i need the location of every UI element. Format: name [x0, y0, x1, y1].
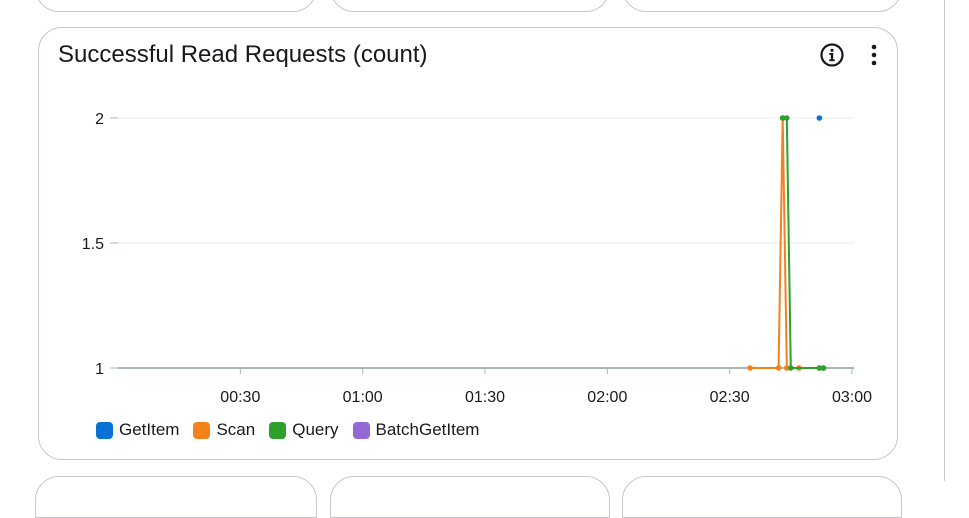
data-point-getitem[interactable]: [816, 115, 823, 121]
legend-swatch: [193, 421, 211, 439]
data-point-scan[interactable]: [775, 365, 782, 371]
bottom-card-stub-3: [622, 476, 902, 518]
data-point-scan[interactable]: [747, 365, 753, 371]
x-tick-label: 03:00: [832, 389, 872, 406]
legend-item-batchgetitem[interactable]: BatchGetItem: [352, 420, 480, 440]
chart-legend: GetItem Scan Query BatchGetItem: [96, 420, 479, 440]
line-chart: 11.52 00:30 01:00 01:30 02:00 02:30 03:00: [82, 111, 872, 406]
bottom-card-stub-1: [35, 476, 317, 518]
legend-item-scan[interactable]: Scan: [193, 420, 255, 440]
legend-label: BatchGetItem: [375, 420, 480, 439]
legend-swatch: [96, 421, 113, 439]
legend-swatch: [352, 421, 370, 439]
data-point-query[interactable]: [820, 365, 827, 371]
y-tick-label: 1: [95, 361, 104, 378]
legend-label: Scan: [216, 420, 256, 439]
legend-swatch: [269, 421, 287, 439]
y-tick-label: 1.5: [82, 236, 104, 253]
data-point-query[interactable]: [783, 115, 790, 121]
x-tick-label: 02:00: [587, 389, 627, 406]
data-point-query[interactable]: [788, 365, 794, 371]
x-tick-label: 01:30: [465, 389, 505, 406]
legend-item-getitem[interactable]: GetItem: [96, 420, 179, 440]
y-tick-label: 2: [95, 111, 104, 128]
y-axis-ticks: 11.52: [82, 111, 118, 378]
x-axis-ticks: 00:30 01:00 01:30 02:00 02:30 03:00: [220, 368, 872, 406]
legend-label: Query: [292, 420, 339, 439]
x-tick-label: 02:30: [710, 389, 750, 406]
legend-item-query[interactable]: Query: [269, 420, 339, 440]
legend-label: GetItem: [119, 420, 180, 439]
x-tick-label: 00:30: [220, 389, 260, 406]
grid-lines: [118, 117, 854, 369]
x-tick-label: 01:00: [343, 389, 383, 406]
bottom-card-stub-2: [330, 476, 610, 518]
